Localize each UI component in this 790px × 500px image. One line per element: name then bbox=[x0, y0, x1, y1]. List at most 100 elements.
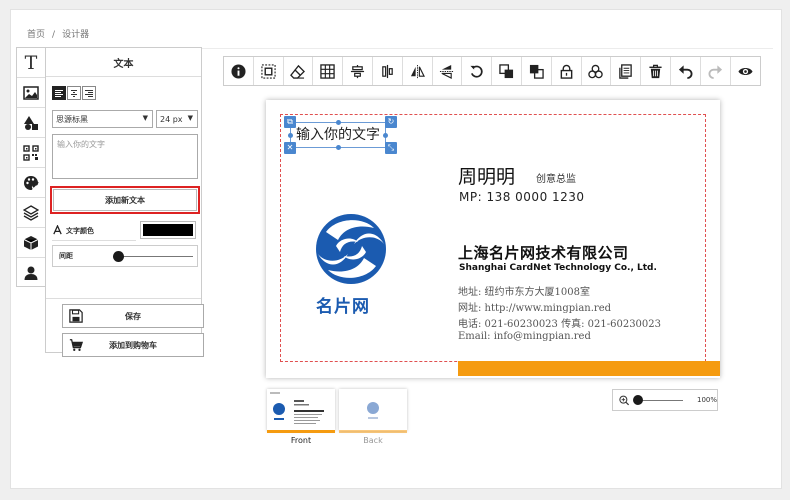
size-select-value: 24 px bbox=[160, 114, 183, 124]
grid-button[interactable] bbox=[313, 57, 344, 85]
cube-tab[interactable] bbox=[17, 228, 45, 258]
resize-handle-right[interactable] bbox=[383, 133, 388, 138]
zoom-slider[interactable] bbox=[633, 394, 683, 406]
qrcode-icon bbox=[23, 144, 39, 161]
breadcrumb-home[interactable]: 首页 bbox=[27, 30, 45, 40]
group-button[interactable] bbox=[582, 57, 612, 85]
resize-handle-left[interactable] bbox=[288, 133, 293, 138]
add-text-button[interactable]: 添加新文本 bbox=[50, 186, 200, 214]
breadcrumb: 首页 / 设计器 bbox=[27, 27, 89, 40]
card-website[interactable]: 网址: http://www.mingpian.red bbox=[458, 299, 611, 314]
tool-tabs: T bbox=[16, 47, 46, 287]
add-to-cart-button[interactable]: 添加到购物车 bbox=[62, 333, 204, 357]
text-panel: 文本 思源标黑 ▼ 24 px ▼ 输入你的文字 添加新文本 文字颜色 间距 保… bbox=[45, 47, 204, 357]
resize-handle-bottom[interactable] bbox=[336, 145, 341, 150]
eraser-icon bbox=[290, 64, 306, 79]
grid-icon bbox=[320, 63, 335, 79]
back-thumbnail[interactable] bbox=[339, 389, 407, 433]
align-left-button[interactable] bbox=[52, 86, 66, 100]
font-color-icon bbox=[53, 225, 62, 235]
delete-button[interactable] bbox=[641, 57, 671, 85]
logo-text[interactable]: 名片网 bbox=[316, 292, 370, 317]
card-address[interactable]: 地址: 纽约市东方大厦1008室 bbox=[458, 283, 590, 298]
resize-icon: ⤡ bbox=[387, 143, 395, 152]
remove-handle[interactable]: ✕ bbox=[284, 142, 296, 154]
text-tab[interactable]: T bbox=[17, 48, 45, 78]
company-logo[interactable] bbox=[314, 210, 388, 288]
align-center-button[interactable] bbox=[67, 86, 81, 100]
flip-horizontal-button[interactable] bbox=[403, 57, 433, 85]
layers-tab[interactable] bbox=[17, 198, 45, 228]
bring-forward-button[interactable] bbox=[492, 57, 522, 85]
preview-button[interactable] bbox=[731, 57, 761, 85]
panel-divider bbox=[46, 298, 201, 299]
front-thumbnail[interactable] bbox=[267, 389, 335, 433]
cube-icon bbox=[23, 235, 39, 250]
resize-handle[interactable]: ⤡ bbox=[385, 142, 397, 154]
font-select[interactable]: 思源标黑 ▼ bbox=[52, 110, 153, 128]
zoom-slider-track bbox=[637, 400, 683, 401]
back-label[interactable]: Back bbox=[339, 436, 407, 445]
back-thumbnail-bar bbox=[339, 430, 407, 433]
rotate-handle[interactable]: ↻ bbox=[385, 116, 397, 128]
add-to-cart-label: 添加到购物车 bbox=[109, 340, 157, 350]
add-text-label: 添加新文本 bbox=[105, 195, 145, 205]
send-backward-icon bbox=[529, 64, 544, 79]
card-company-en[interactable]: Shanghai CardNet Technology Co., Ltd. bbox=[459, 263, 657, 273]
image-tab[interactable] bbox=[17, 78, 45, 108]
user-icon bbox=[24, 266, 38, 280]
eraser-button[interactable] bbox=[284, 57, 314, 85]
text-icon: T bbox=[24, 51, 38, 74]
zoom-in-icon[interactable] bbox=[619, 395, 630, 406]
center-horizontal-button[interactable] bbox=[343, 57, 373, 85]
shapes-tab[interactable] bbox=[17, 108, 45, 138]
qrcode-tab[interactable] bbox=[17, 138, 45, 168]
resize-handle-top[interactable] bbox=[336, 120, 341, 125]
card-mobile[interactable]: MP: 138 0000 1230 bbox=[459, 190, 585, 204]
selected-text-element[interactable]: 输入你的文字 bbox=[296, 124, 380, 144]
zoom-control: 100% bbox=[612, 389, 718, 411]
card-accent-bar[interactable] bbox=[458, 361, 720, 376]
flip-vertical-button[interactable] bbox=[433, 57, 463, 85]
palette-tab[interactable] bbox=[17, 168, 45, 198]
front-thumbnail-bar bbox=[267, 430, 335, 433]
redo-button[interactable] bbox=[701, 57, 731, 85]
card-job-title[interactable]: 创意总监 bbox=[536, 170, 576, 185]
lock-button[interactable] bbox=[552, 57, 582, 85]
text-color-picker[interactable] bbox=[140, 221, 196, 239]
copy-button[interactable] bbox=[611, 57, 642, 85]
flip-v-icon bbox=[440, 64, 454, 79]
text-align-group bbox=[52, 86, 96, 100]
save-button[interactable]: 保存 bbox=[62, 304, 204, 328]
card-name[interactable]: 周明明 bbox=[458, 162, 515, 189]
spacing-slider-track[interactable] bbox=[115, 256, 193, 257]
text-input[interactable]: 输入你的文字 bbox=[52, 134, 198, 179]
info-button[interactable] bbox=[224, 57, 254, 85]
spacing-slider-handle[interactable] bbox=[112, 251, 124, 262]
select-area-icon bbox=[261, 63, 276, 79]
align-right-button[interactable] bbox=[82, 86, 96, 100]
front-label[interactable]: Front bbox=[267, 436, 335, 445]
text-color-row: 文字颜色 bbox=[52, 221, 198, 241]
center-vertical-button[interactable] bbox=[373, 57, 403, 85]
user-tab[interactable] bbox=[17, 258, 45, 288]
card-company-cn[interactable]: 上海名片网技术有限公司 bbox=[458, 242, 629, 263]
card-phone[interactable]: 电话: 021-60230023 传真: 021-60230023 bbox=[458, 315, 661, 330]
size-select[interactable]: 24 px ▼ bbox=[156, 110, 198, 128]
send-backward-button[interactable] bbox=[522, 57, 552, 85]
select-area-button[interactable] bbox=[254, 57, 284, 85]
text-color-swatch bbox=[143, 224, 193, 236]
flip-h-icon bbox=[410, 64, 425, 78]
text-input-placeholder: 输入你的文字 bbox=[57, 140, 105, 149]
duplicate-handle[interactable]: ⧉ bbox=[284, 116, 296, 128]
undo-button[interactable] bbox=[671, 57, 701, 85]
duplicate-icon: ⧉ bbox=[287, 117, 293, 126]
back-thumbnail-preview bbox=[367, 402, 379, 419]
close-icon: ✕ bbox=[286, 143, 294, 152]
info-icon bbox=[231, 63, 246, 79]
design-canvas[interactable]: 名片网 周明明 创意总监 MP: 138 0000 1230 上海名片网技术有限… bbox=[266, 100, 720, 378]
rotate-button[interactable] bbox=[462, 57, 493, 85]
image-icon bbox=[23, 85, 39, 100]
card-email[interactable]: Email: info@mingpian.red bbox=[458, 331, 591, 342]
zoom-slider-handle[interactable] bbox=[633, 395, 644, 405]
